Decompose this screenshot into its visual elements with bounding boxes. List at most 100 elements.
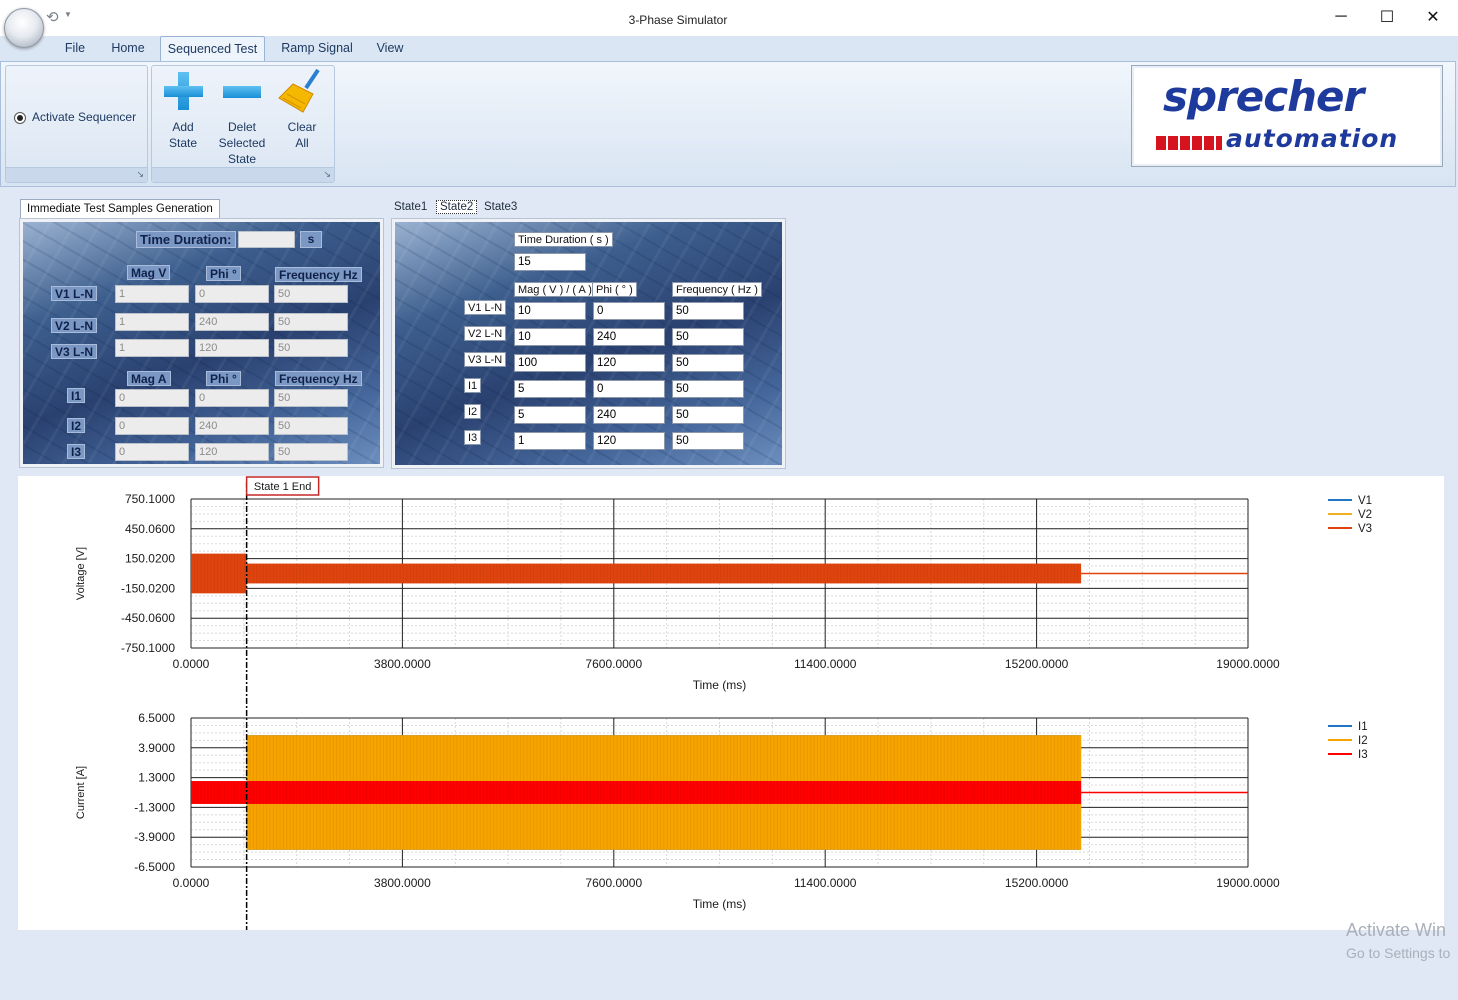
maximize-button[interactable]: ☐: [1364, 0, 1410, 34]
add-state-button[interactable]: Add State: [154, 68, 212, 151]
state-editor-panel: Time Duration ( s ) 15 Mag ( V ) / ( A )…: [391, 218, 786, 469]
delete-state-label-2: Selected: [218, 136, 266, 150]
state-header-phi: Phi ( ° ): [592, 282, 637, 297]
i1-mag-input[interactable]: 0: [115, 389, 189, 407]
y-tick-label: -1.3000: [134, 800, 175, 814]
header-phi-v: Phi °: [206, 266, 241, 281]
chart-area: 0.0000 3800.0000 7600.0000 11400.0000 15200.…: [18, 476, 1444, 930]
i2-phi-input[interactable]: 240: [195, 417, 269, 435]
time-unit-label: s: [300, 231, 322, 248]
tab-immediate-test[interactable]: Immediate Test Samples Generation: [20, 199, 220, 219]
state-row-label-i3: I3: [464, 430, 482, 445]
tab-ramp-signal[interactable]: Ramp Signal: [275, 36, 359, 61]
dialog-launcher-icon[interactable]: ↘: [136, 169, 144, 180]
minus-icon: [223, 86, 261, 98]
row-label-v3: V3 L-N: [51, 344, 98, 359]
minimize-button[interactable]: ─: [1318, 0, 1364, 34]
state-v2-mag-input[interactable]: 10: [514, 328, 586, 346]
y-tick-label: 750.1000: [125, 492, 175, 506]
y-tick-label: -750.1000: [121, 641, 175, 655]
state-end-marker-label: State 1 End: [254, 481, 312, 493]
v2-freq-input[interactable]: 50: [274, 313, 348, 331]
i2-freq-input[interactable]: 50: [274, 417, 348, 435]
tab-state2[interactable]: State2: [436, 200, 478, 214]
state-i1-freq-input[interactable]: 50: [672, 380, 744, 398]
i1-freq-input[interactable]: 50: [274, 389, 348, 407]
state-row-label-v3: V3 L-N: [464, 352, 507, 367]
time-duration-input[interactable]: [238, 231, 295, 248]
state-v3-freq-input[interactable]: 50: [672, 354, 744, 372]
y-tick-label: 6.5000: [138, 711, 175, 725]
waveform-charts[interactable]: 0.0000 3800.0000 7600.0000 11400.0000 15200.…: [18, 476, 1444, 930]
state-row-label-i1: I1: [464, 378, 482, 393]
dialog-launcher-icon[interactable]: ↘: [323, 169, 331, 180]
state-i1-phi-input[interactable]: 0: [593, 380, 665, 398]
delete-selected-state-button[interactable]: Delet Selected State: [213, 68, 271, 167]
v3-mag-input[interactable]: 1: [115, 339, 189, 357]
activate-sequencer-radio[interactable]: [14, 112, 26, 124]
legend-label-v3: V3: [1358, 523, 1372, 535]
v1-mag-input[interactable]: 1: [115, 285, 189, 303]
y-axis-label: Current [A]: [75, 766, 87, 819]
i2-mag-input[interactable]: 0: [115, 417, 189, 435]
x-tick-label: 0.0000: [173, 876, 210, 890]
state-i1-mag-input[interactable]: 5: [514, 380, 586, 398]
state-row-label-v2: V2 L-N: [464, 326, 507, 341]
legend-label-i1: I1: [1358, 721, 1368, 733]
i3-phi-input[interactable]: 120: [195, 443, 269, 461]
y-axis-label: Voltage [V]: [75, 547, 87, 600]
tab-file[interactable]: File: [56, 36, 94, 61]
clear-all-label-2: All: [295, 136, 309, 150]
v3-freq-input[interactable]: 50: [274, 339, 348, 357]
state-v1-mag-input[interactable]: 10: [514, 302, 586, 320]
delete-state-label-3: State: [227, 152, 257, 166]
x-tick-label: 0.0000: [173, 657, 210, 671]
i3-freq-input[interactable]: 50: [274, 443, 348, 461]
clear-all-button[interactable]: Clear All: [273, 68, 331, 151]
header-mag-a: Mag A: [127, 371, 171, 386]
i3-mag-input[interactable]: 0: [115, 443, 189, 461]
v1-freq-input[interactable]: 50: [274, 285, 348, 303]
state-i2-mag-input[interactable]: 5: [514, 406, 586, 424]
state-v2-freq-input[interactable]: 50: [672, 328, 744, 346]
state-i2-phi-input[interactable]: 240: [593, 406, 665, 424]
tab-sequenced-test[interactable]: Sequenced Test: [160, 36, 265, 62]
v1-phi-input[interactable]: 0: [195, 285, 269, 303]
v3-phi-input[interactable]: 120: [195, 339, 269, 357]
activate-sequencer-label[interactable]: Activate Sequencer: [32, 110, 136, 124]
tab-state3[interactable]: State3: [484, 201, 517, 213]
row-label-v2: V2 L-N: [51, 318, 98, 333]
y-tick-label: -3.9000: [134, 830, 175, 844]
state-v1-freq-input[interactable]: 50: [672, 302, 744, 320]
tab-view[interactable]: View: [368, 36, 412, 61]
state-i3-phi-input[interactable]: 120: [593, 432, 665, 450]
state-v2-phi-input[interactable]: 240: [593, 328, 665, 346]
delete-state-label-1: Delet: [227, 120, 256, 134]
row-label-i3: I3: [67, 444, 86, 459]
x-tick-label: 15200.0000: [1005, 657, 1069, 671]
x-tick-label: 11400.0000: [794, 876, 857, 890]
state-v3-phi-input[interactable]: 120: [593, 354, 665, 372]
v2-mag-input[interactable]: 1: [115, 313, 189, 331]
x-tick-label: 15200.0000: [1005, 876, 1069, 890]
x-tick-label: 7600.0000: [585, 876, 642, 890]
activation-watermark-line2: Go to Settings to: [1346, 945, 1451, 961]
state-time-duration-input[interactable]: 15: [514, 253, 586, 271]
state-time-duration-label: Time Duration ( s ): [514, 232, 613, 247]
v2-phi-input[interactable]: 240: [195, 313, 269, 331]
application-menu-orb[interactable]: [4, 8, 44, 48]
state-i3-mag-input[interactable]: 1: [514, 432, 586, 450]
state-v1-phi-input[interactable]: 0: [593, 302, 665, 320]
waveform-envelope-i3: [191, 781, 247, 804]
state-i2-freq-input[interactable]: 50: [672, 406, 744, 424]
tab-state1[interactable]: State1: [394, 201, 427, 213]
tab-home[interactable]: Home: [104, 36, 152, 61]
clear-all-label-1: Clear: [287, 120, 317, 134]
i1-phi-input[interactable]: 0: [195, 389, 269, 407]
state-i3-freq-input[interactable]: 50: [672, 432, 744, 450]
state-header-mag: Mag ( V ) / ( A ): [514, 282, 596, 297]
state-row-label-v1: V1 L-N: [464, 300, 507, 315]
y-tick-label: -450.0600: [121, 611, 175, 625]
state-v3-mag-input[interactable]: 100: [514, 354, 586, 372]
close-button[interactable]: ✕: [1410, 0, 1456, 34]
